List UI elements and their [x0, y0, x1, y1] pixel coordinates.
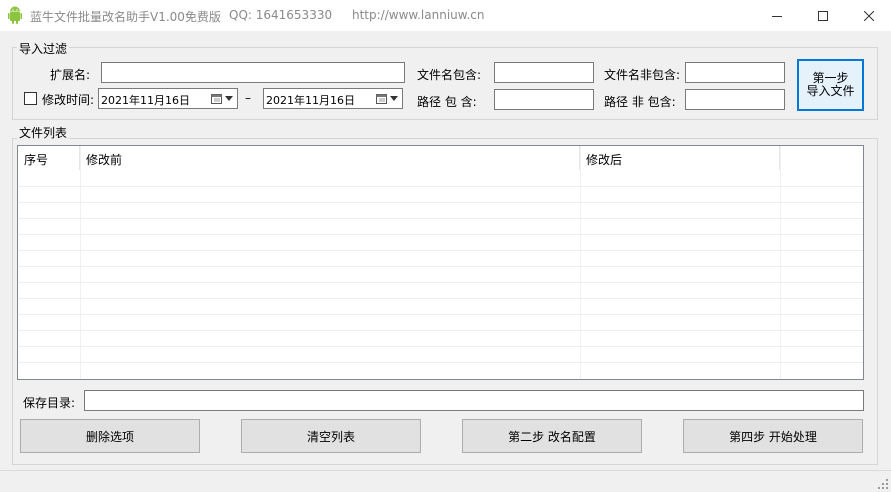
empty-row [18, 314, 863, 330]
status-bar [0, 470, 891, 492]
extension-label: 扩展名: [50, 68, 91, 82]
empty-row [18, 186, 863, 202]
save-dir-label: 保存目录: [23, 396, 76, 410]
minimize-icon [772, 15, 782, 17]
resize-grip-icon[interactable] [877, 478, 889, 490]
column-header-index[interactable]: 序号 [18, 146, 80, 170]
date-separator: – [245, 91, 251, 105]
rename-config-button[interactable]: 第二步 改名配置 [462, 419, 642, 453]
import-files-button[interactable]: 第一步 导入文件 [797, 59, 864, 111]
date-from-dropdown[interactable] [211, 91, 235, 106]
close-icon [864, 10, 874, 21]
empty-row [18, 266, 863, 282]
empty-row [18, 330, 863, 346]
file-list-view[interactable]: 序号 修改前 修改后 [17, 145, 864, 380]
android-icon [8, 6, 22, 24]
date-from-picker[interactable]: 2021年11月16日 [98, 88, 238, 109]
path-contains-input[interactable] [494, 89, 594, 110]
empty-row [18, 250, 863, 266]
import-button-line2: 导入文件 [806, 84, 855, 98]
modified-time-label: 修改时间: [42, 93, 95, 107]
path-contains-label: 路径 包 含: [417, 95, 477, 109]
date-to-value: 2021年11月16日 [266, 94, 355, 107]
calendar-icon [211, 94, 222, 104]
website-text: http://www.lanniuw.cn [352, 8, 485, 22]
name-contains-label: 文件名包含: [417, 68, 482, 82]
empty-row [18, 282, 863, 298]
empty-row [18, 298, 863, 314]
name-contains-input[interactable] [494, 62, 594, 83]
chevron-down-icon [225, 96, 233, 101]
minimize-button[interactable] [754, 0, 800, 31]
date-to-dropdown[interactable] [376, 91, 400, 106]
date-to-picker[interactable]: 2021年11月16日 [263, 88, 403, 109]
start-process-button[interactable]: 第四步 开始处理 [683, 419, 863, 453]
delete-selected-button[interactable]: 删除选项 [20, 419, 200, 453]
save-dir-input[interactable] [84, 390, 864, 411]
name-excludes-input[interactable] [685, 62, 785, 83]
column-header-after[interactable]: 修改后 [580, 146, 780, 170]
path-excludes-input[interactable] [685, 89, 785, 110]
empty-row [18, 218, 863, 234]
extension-input[interactable] [101, 62, 405, 83]
date-from-value: 2021年11月16日 [101, 94, 190, 107]
clear-list-button[interactable]: 清空列表 [241, 419, 421, 453]
empty-row [18, 234, 863, 250]
maximize-icon [818, 10, 828, 21]
file-list-group-label: 文件列表 [17, 124, 70, 141]
window-title: 蓝牛文件批量改名助手V1.00免费版 [30, 10, 221, 24]
path-excludes-label: 路径 非 包含: [604, 95, 676, 109]
calendar-icon [376, 94, 387, 104]
column-header-extra[interactable] [780, 146, 863, 170]
empty-row [18, 202, 863, 218]
empty-row [18, 362, 863, 378]
empty-row [18, 346, 863, 362]
maximize-button[interactable] [800, 0, 846, 31]
modified-time-checkbox[interactable] [24, 92, 37, 105]
close-button[interactable] [846, 0, 891, 31]
title-bar: 蓝牛文件批量改名助手V1.00免费版 QQ: 1641653330 http:/… [0, 0, 891, 31]
name-excludes-label: 文件名非包含: [604, 68, 681, 82]
import-filter-group-label: 导入过滤 [17, 40, 70, 57]
qq-text: QQ: 1641653330 [229, 8, 333, 22]
chevron-down-icon [390, 96, 398, 101]
column-header-before[interactable]: 修改前 [80, 146, 580, 170]
